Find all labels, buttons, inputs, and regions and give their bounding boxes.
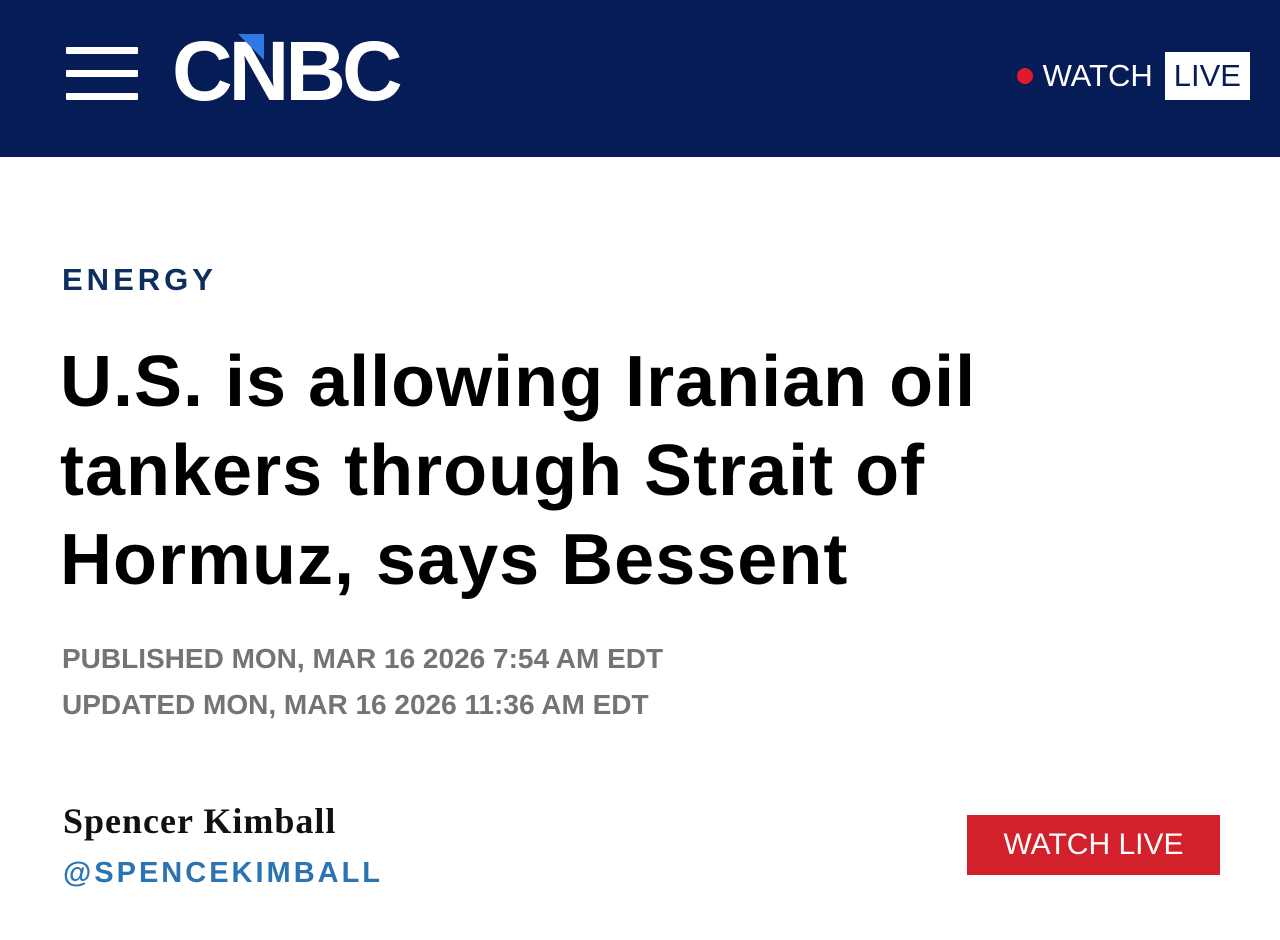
live-badge: LIVE xyxy=(1164,52,1250,100)
updated-timestamp: UPDATED MON, MAR 16 2026 11:36 AM EDT xyxy=(62,689,649,720)
hamburger-menu-icon[interactable] xyxy=(66,47,138,101)
logo-accent-mark xyxy=(238,34,264,60)
watch-live-button[interactable]: WATCH LIVE xyxy=(967,815,1220,875)
live-dot-icon xyxy=(1016,68,1033,84)
watch-live-header-link[interactable]: WATCH LIVE xyxy=(1016,52,1250,100)
author-name[interactable]: Spencer Kimball xyxy=(63,800,336,842)
logo-text: CNBC xyxy=(172,24,403,118)
author-handle[interactable]: @SPENCEKIMBALL xyxy=(63,857,383,890)
watch-label: WATCH xyxy=(1042,58,1153,93)
site-header: CNBC WATCH LIVE xyxy=(0,0,1280,157)
section-label[interactable]: ENERGY xyxy=(62,262,217,298)
article-headline: U.S. is allowing Iranian oil tankers thr… xyxy=(60,342,977,600)
published-timestamp: PUBLISHED MON, MAR 16 2026 7:54 AM EDT xyxy=(62,643,664,674)
cnbc-logo[interactable]: CNBC xyxy=(172,24,403,118)
